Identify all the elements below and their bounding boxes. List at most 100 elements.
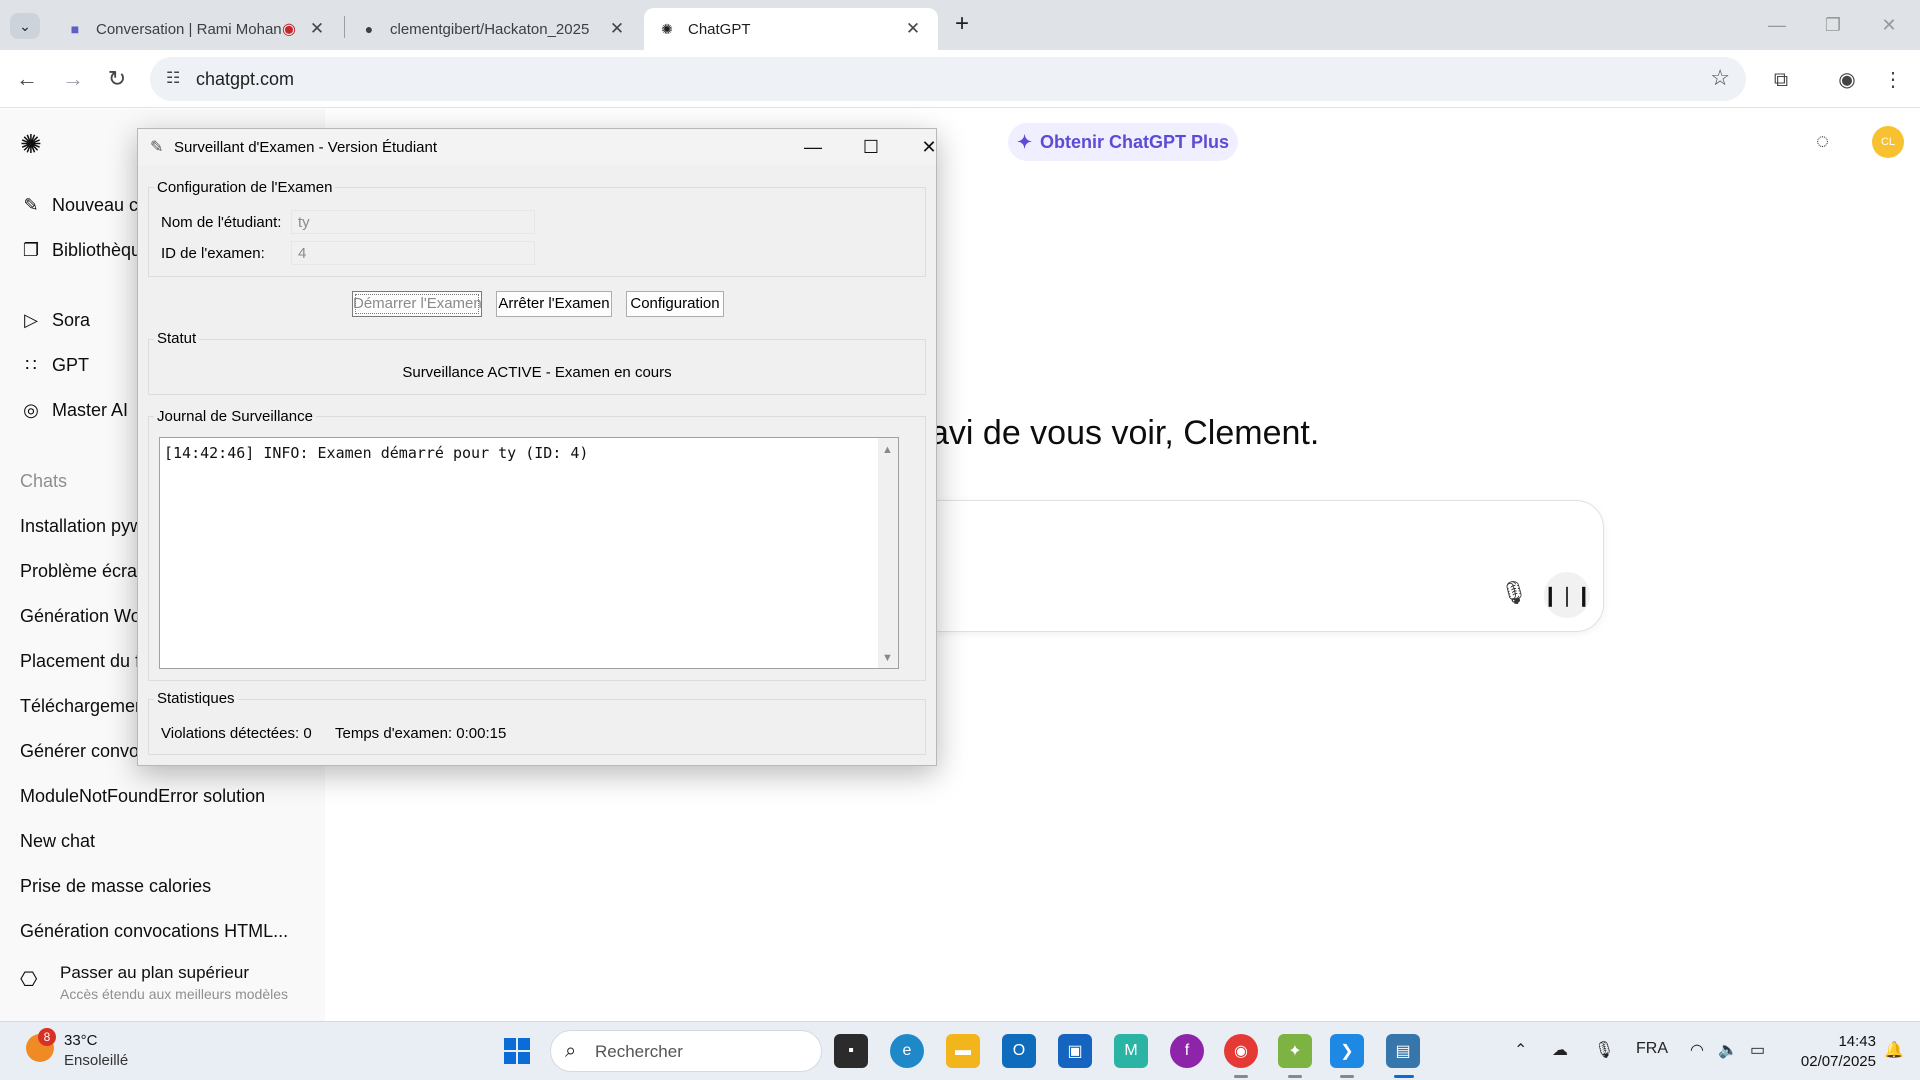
close-icon[interactable]: ✕ (606, 19, 628, 39)
weather-temperature[interactable]: 33°C (64, 1032, 98, 1049)
log-scrollbar[interactable]: ▲ ▼ (878, 438, 898, 668)
python-icon[interactable]: ▤ (1386, 1034, 1420, 1068)
menu-icon[interactable]: ⋮ (1878, 65, 1908, 95)
log-line: [14:42:46] INFO: Examen démarré pour ty … (164, 444, 589, 462)
waveform-icon: ❙❘❙ (1541, 584, 1593, 607)
tab-teams[interactable]: ■ Conversation | Rami Mohan ◉ ✕ (52, 8, 342, 50)
chrome-icon[interactable]: ◉ (1224, 1034, 1258, 1068)
sidebar-item-label: Sora (52, 310, 91, 330)
exam-id-field[interactable]: 4 (291, 241, 535, 265)
chats-heading: Chats (20, 471, 68, 491)
windows-start-icon[interactable] (504, 1038, 530, 1064)
onedrive-icon[interactable]: ☁ (1552, 1040, 1568, 1060)
extensions-icon[interactable]: ⧉ (1766, 65, 1796, 95)
config-heading: Configuration de l'Examen (154, 179, 336, 196)
openai-icon: ✺ (661, 20, 673, 37)
address-bar[interactable]: ☷ chatgpt.com ☆ (150, 57, 1746, 101)
temporary-chat-icon[interactable]: ◌ (1816, 128, 1829, 154)
language-indicator[interactable]: FRA (1636, 1040, 1668, 1058)
sidebar-item-label: Bibliothèqu (52, 240, 142, 260)
sidebar-item-label: Master AI (52, 400, 129, 420)
chat-item[interactable]: Prise de masse calories (20, 876, 320, 897)
tab-search-icon[interactable]: ⌄ (10, 13, 40, 39)
chevron-up-icon[interactable]: ⌃ (1514, 1040, 1527, 1060)
microphone-icon[interactable]: 🎙 (1594, 1040, 1614, 1060)
student-name-field[interactable]: ty (291, 210, 535, 234)
teams-icon: ■ (70, 21, 80, 37)
sparkle-icon: ✦ (1016, 131, 1033, 152)
battery-icon[interactable]: ▭ (1750, 1040, 1765, 1060)
chat-item[interactable]: ModuleNotFoundError solution (20, 786, 320, 807)
search-icon: ⌕ (565, 1040, 577, 1062)
feather-icon: ✎ (150, 139, 164, 156)
log-textbox[interactable]: [14:42:46] INFO: Examen démarré pour ty … (159, 437, 899, 669)
taskbar-search[interactable]: ⌕ Rechercher (550, 1030, 822, 1072)
get-plus-button[interactable]: ✦ Obtenir ChatGPT Plus (1008, 123, 1238, 161)
edit-icon: ✎ (23, 195, 39, 215)
scroll-down-icon[interactable]: ▼ (882, 652, 893, 664)
store-icon[interactable]: ▣ (1058, 1034, 1092, 1068)
url-text[interactable]: chatgpt.com (196, 69, 294, 90)
scroll-up-icon[interactable]: ▲ (882, 444, 893, 456)
running-indicator (1288, 1075, 1302, 1078)
outlook-icon[interactable]: O (1002, 1034, 1036, 1068)
close-icon[interactable]: ✕ (902, 19, 924, 39)
tab-chatgpt[interactable]: ✺ ChatGPT ✕ (644, 8, 938, 50)
openai-logo-icon[interactable]: ✺ (20, 129, 42, 160)
new-tab-button[interactable]: + (948, 11, 976, 39)
dialog-title: Surveillant d'Examen - Version Étudiant (174, 139, 438, 156)
voice-mode-button[interactable]: ❙❘❙ (1541, 572, 1593, 618)
reload-icon[interactable]: ↻ (102, 64, 132, 94)
configuration-button[interactable]: Configuration (626, 291, 724, 317)
sidebar-item-gpt[interactable]: ∷ GPT (20, 355, 89, 376)
tab-github[interactable]: ● clementgibert/Hackaton_2025 ✕ (346, 8, 642, 50)
site-info-icon[interactable]: ☷ (166, 68, 180, 88)
forward-icon[interactable]: → (58, 64, 88, 94)
sidebar-item-library[interactable]: ❐ Bibliothèqu (20, 240, 141, 261)
message-composer[interactable] (900, 500, 1604, 632)
running-indicator (1340, 1075, 1354, 1078)
dialog-titlebar[interactable]: ✎ Surveillant d'Examen - Version Étudian… (138, 129, 937, 165)
library-icon: ❐ (22, 240, 40, 260)
volume-icon[interactable]: 🔈 (1718, 1040, 1738, 1060)
sidebar-item-sora[interactable]: ▷ Sora (20, 310, 90, 331)
minimize-icon[interactable]: — (1754, 10, 1800, 40)
maximize-icon[interactable]: ☐ (848, 133, 894, 161)
close-icon[interactable]: ✕ (906, 133, 952, 161)
microphone-icon[interactable]: 🎙 (1500, 580, 1528, 606)
sidebar-item-new-chat[interactable]: ✎ Nouveau c (20, 195, 138, 216)
chat-item[interactable]: Génération convocations HTML... (20, 921, 320, 942)
active-indicator (1394, 1075, 1414, 1078)
close-window-icon[interactable]: ✕ (1866, 10, 1912, 40)
restore-icon[interactable]: ❐ (1810, 10, 1856, 40)
system-clock[interactable]: 14:43 02/07/2025 (1786, 1032, 1876, 1072)
minimize-icon[interactable]: — (790, 133, 836, 161)
profile-icon[interactable]: ◉ (1832, 65, 1862, 95)
file-explorer-icon[interactable]: ▬ (946, 1034, 980, 1068)
task-view-icon[interactable]: ▪ (834, 1034, 868, 1068)
close-icon[interactable]: ✕ (306, 19, 328, 39)
stop-exam-button[interactable]: Arrêter l'Examen (496, 291, 612, 317)
vscode-icon[interactable]: ❯ (1330, 1034, 1364, 1068)
wifi-icon[interactable]: ◠ (1690, 1040, 1704, 1060)
log-heading: Journal de Surveillance (154, 408, 316, 425)
edge-icon[interactable]: e (890, 1034, 924, 1068)
tab-title: clementgibert/Hackaton_2025 (390, 20, 590, 38)
avatar[interactable]: CL (1872, 126, 1904, 158)
weather-badge: 8 (38, 1028, 56, 1046)
firefox-icon[interactable]: f (1170, 1034, 1204, 1068)
chat-item[interactable]: New chat (20, 831, 320, 852)
back-icon[interactable]: ← (12, 64, 42, 94)
greeting-text: avi de vous voir, Clement. (930, 414, 1320, 452)
start-exam-button[interactable]: Démarrer l'Examen (352, 291, 482, 317)
upgrade-plan-button[interactable]: ⎔ Passer au plan supérieur Accès étendu … (20, 963, 288, 1002)
app-icon[interactable]: ✦ (1278, 1034, 1312, 1068)
weather-condition[interactable]: Ensoleillé (64, 1052, 128, 1069)
notification-icon[interactable]: 🔔 (1884, 1040, 1904, 1060)
exam-id-label: ID de l'examen: (161, 245, 265, 262)
bookmark-star-icon[interactable]: ☆ (1710, 65, 1730, 91)
sidebar-item-master-ai[interactable]: ◎ Master AI (20, 400, 128, 421)
student-name-label: Nom de l'étudiant: (161, 214, 282, 231)
m365-icon[interactable]: M (1114, 1034, 1148, 1068)
config-group (148, 187, 926, 277)
